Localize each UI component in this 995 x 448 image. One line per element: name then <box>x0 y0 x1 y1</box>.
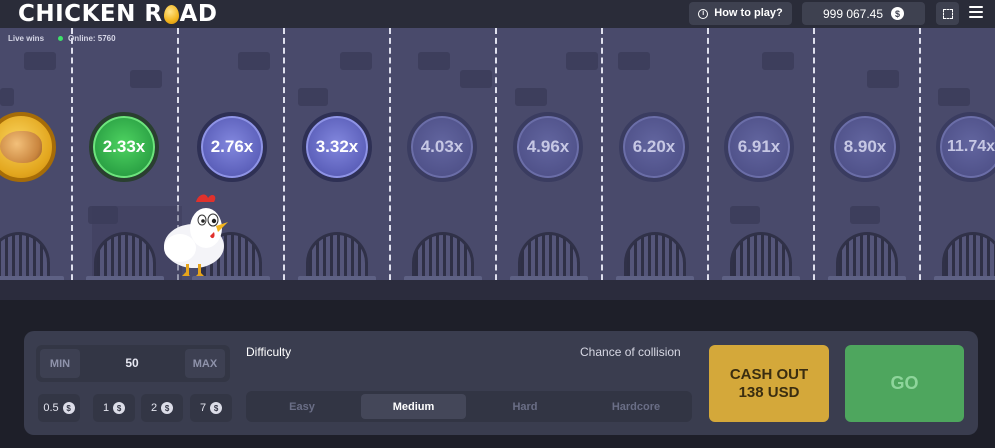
wall-brick <box>418 52 450 70</box>
dollar-coin-icon: $ <box>210 402 223 414</box>
lane-divider <box>71 28 73 300</box>
wall-brick <box>130 70 162 88</box>
bet-amount-input[interactable] <box>90 353 174 373</box>
multiplier-tile: 6.20x <box>619 112 689 182</box>
wall-brick <box>850 206 880 224</box>
min-bet-button[interactable]: MIN <box>40 349 80 378</box>
chicken-road-game: CHICKEN RAD i How to play? 999 067.45 $ <box>0 0 995 448</box>
wall-brick <box>460 70 492 88</box>
lane-divider <box>495 28 497 300</box>
wall-brick <box>24 52 56 70</box>
roast-chicken-icon <box>0 131 42 163</box>
multiplier-tile: 4.03x <box>407 112 477 182</box>
multiplier-tile: 3.32x <box>302 112 372 182</box>
wall-brick <box>298 88 328 106</box>
dollar-coin-icon: $ <box>161 402 174 414</box>
lane-divider <box>389 28 391 300</box>
multiplier-tile: 6.91x <box>724 112 794 182</box>
live-wins-label: Live wins <box>8 34 45 43</box>
multiplier-tile: 2.33x <box>89 112 159 182</box>
cash-out-amount: 138 USD <box>738 383 800 401</box>
dollar-coin-icon: $ <box>62 402 75 414</box>
lane-divider <box>283 28 285 300</box>
lane-divider <box>919 28 921 300</box>
how-to-play-button[interactable]: i How to play? <box>689 2 792 25</box>
info-icon: i <box>698 8 709 19</box>
fullscreen-icon <box>942 8 953 19</box>
collision-chance-label: Chance of collision <box>580 345 681 359</box>
wall-brick <box>762 52 794 70</box>
dollar-coin-icon: $ <box>113 402 126 414</box>
quick-bet-button[interactable]: 2 $ <box>141 394 183 422</box>
wall-brick <box>730 206 760 224</box>
quick-bet-button[interactable]: 7 $ <box>190 394 232 422</box>
quick-bet-button[interactable]: 0.5 $ <box>38 394 80 422</box>
online-counter: Online: 5760 <box>58 34 116 43</box>
wall-brick <box>340 52 372 70</box>
road-edge <box>0 280 995 300</box>
multiplier-tile: 8.90x <box>830 112 900 182</box>
logo: CHICKEN R AD <box>18 1 218 27</box>
lane-divider <box>601 28 603 300</box>
menu-icon <box>969 6 983 8</box>
online-count: Online: 5760 <box>68 34 116 43</box>
menu-button[interactable] <box>969 6 983 18</box>
dollar-coin-icon: $ <box>891 7 905 20</box>
difficulty-hard[interactable]: Hard <box>473 394 577 419</box>
multiplier-tile[interactable]: 2.76x <box>197 112 267 182</box>
online-status-icon <box>58 36 63 41</box>
difficulty-easy[interactable]: Easy <box>250 394 354 419</box>
wall-brick <box>515 88 547 106</box>
balance-display: 999 067.45 $ <box>802 2 925 25</box>
cash-out-label: CASH OUT <box>729 365 809 383</box>
balance-value: 999 067.45 <box>822 6 884 21</box>
multiplier-tile: 4.96x <box>513 112 583 182</box>
wall-brick <box>618 52 650 70</box>
difficulty-medium[interactable]: Medium <box>361 394 466 419</box>
quick-bet-button[interactable]: 1 $ <box>93 394 135 422</box>
wall-brick <box>566 52 598 70</box>
max-bet-button[interactable]: MAX <box>185 349 225 378</box>
lane-divider <box>813 28 815 300</box>
wall-brick <box>938 88 970 106</box>
fullscreen-button[interactable] <box>936 2 959 25</box>
chicken-character <box>164 194 228 276</box>
game-scene: Live wins Online: 5760 2.33x 2.76x 3.32x… <box>0 28 995 300</box>
go-button[interactable]: GO <box>845 345 964 422</box>
egg-icon <box>163 5 179 24</box>
wall-brick <box>0 88 14 106</box>
how-to-play-label: How to play? <box>714 7 783 19</box>
wall-brick <box>238 52 270 70</box>
cash-out-button[interactable]: CASH OUT 138 USD <box>709 345 829 422</box>
top-bar: CHICKEN R AD i How to play? 999 067.45 $ <box>0 0 995 28</box>
multiplier-tile: 11.74x <box>936 112 995 182</box>
difficulty-label: Difficulty <box>246 345 292 359</box>
lane-divider <box>707 28 709 300</box>
wall-brick <box>867 70 899 88</box>
difficulty-hardcore[interactable]: Hardcore <box>584 394 688 419</box>
roast-chicken-coin <box>0 112 56 182</box>
